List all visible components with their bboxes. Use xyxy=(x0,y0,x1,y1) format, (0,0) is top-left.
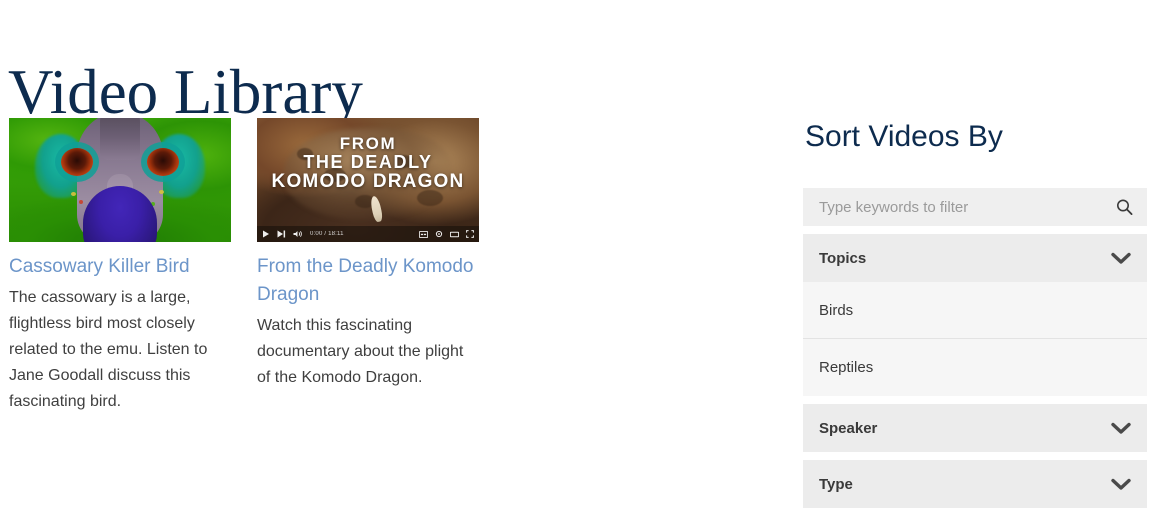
search-icon[interactable] xyxy=(1116,199,1133,216)
filter-header-label: Type xyxy=(819,475,853,493)
video-grid: Cassowary Killer Bird The cassowary is a… xyxy=(9,118,769,431)
cassowary-eye-right xyxy=(147,148,179,176)
overlay-title-line-3: KOMODO DRAGON xyxy=(271,171,465,192)
chevron-down-icon[interactable] xyxy=(1111,252,1131,265)
filter-header-label: Topics xyxy=(819,249,867,267)
filter-header-topics[interactable]: Topics xyxy=(803,234,1147,282)
player-controls-right xyxy=(418,230,474,238)
chevron-down-icon[interactable] xyxy=(1111,422,1131,435)
filter-group-topics: Topics Birds Reptiles xyxy=(803,234,1147,396)
cassowary-speck xyxy=(79,200,83,204)
filter-group-type: Type xyxy=(803,460,1147,508)
video-description: Watch this fascinating documentary about… xyxy=(257,317,464,386)
play-icon[interactable] xyxy=(262,230,270,238)
video-card: Cassowary Killer Bird The cassowary is a… xyxy=(9,118,231,431)
fullscreen-icon[interactable] xyxy=(466,230,474,238)
video-player-controls: 0:00 / 18:11 xyxy=(257,226,479,242)
volume-icon[interactable] xyxy=(293,230,303,238)
next-track-icon[interactable] xyxy=(277,230,286,238)
filter-group-speaker: Speaker xyxy=(803,404,1147,452)
filter-header-type[interactable]: Type xyxy=(803,460,1147,508)
video-thumbnail-komodo[interactable]: FROM THE DEADLY KOMODO DRAGON 0:00 / 18:… xyxy=(257,118,479,242)
video-card: FROM THE DEADLY KOMODO DRAGON 0:00 / 18:… xyxy=(257,118,479,407)
cassowary-speck xyxy=(159,190,164,194)
search-input[interactable] xyxy=(803,188,1147,226)
overlay-title-line-1: FROM xyxy=(339,134,397,153)
theater-mode-icon[interactable] xyxy=(449,231,460,238)
sort-videos-sidebar: Sort Videos By Topics Birds Reptiles xyxy=(803,118,1147,508)
sidebar-heading: Sort Videos By xyxy=(805,120,1003,153)
player-controls-left: 0:00 / 18:11 xyxy=(262,230,344,238)
filter-item-reptiles[interactable]: Reptiles xyxy=(803,339,1147,396)
cassowary-casque xyxy=(100,118,140,160)
settings-gear-icon[interactable] xyxy=(435,230,443,238)
filter-header-speaker[interactable]: Speaker xyxy=(803,404,1147,452)
chevron-down-icon[interactable] xyxy=(1111,478,1131,491)
player-time-display: 0:00 / 18:11 xyxy=(310,231,344,237)
komodo-scale xyxy=(416,189,443,206)
filter-item-birds[interactable]: Birds xyxy=(803,282,1147,339)
overlay-title-line-2: THE DEADLY xyxy=(303,152,433,172)
cassowary-eye-left xyxy=(61,148,93,176)
video-title-link[interactable]: Cassowary Killer Bird xyxy=(9,253,231,281)
video-library-page: Video Library Cassowary Killer Bird The … xyxy=(0,0,1156,526)
video-thumbnail-cassowary[interactable] xyxy=(9,118,231,242)
filter-header-label: Speaker xyxy=(819,419,878,437)
video-description: The cassowary is a large, flightless bir… xyxy=(9,289,208,410)
cassowary-speck xyxy=(71,192,76,196)
video-title-link[interactable]: From the Deadly Komodo Dragon xyxy=(257,253,479,309)
filter-search-row xyxy=(803,188,1147,226)
video-overlay-title: FROM THE DEADLY KOMODO DRAGON xyxy=(257,134,479,191)
captions-icon[interactable] xyxy=(418,230,429,238)
